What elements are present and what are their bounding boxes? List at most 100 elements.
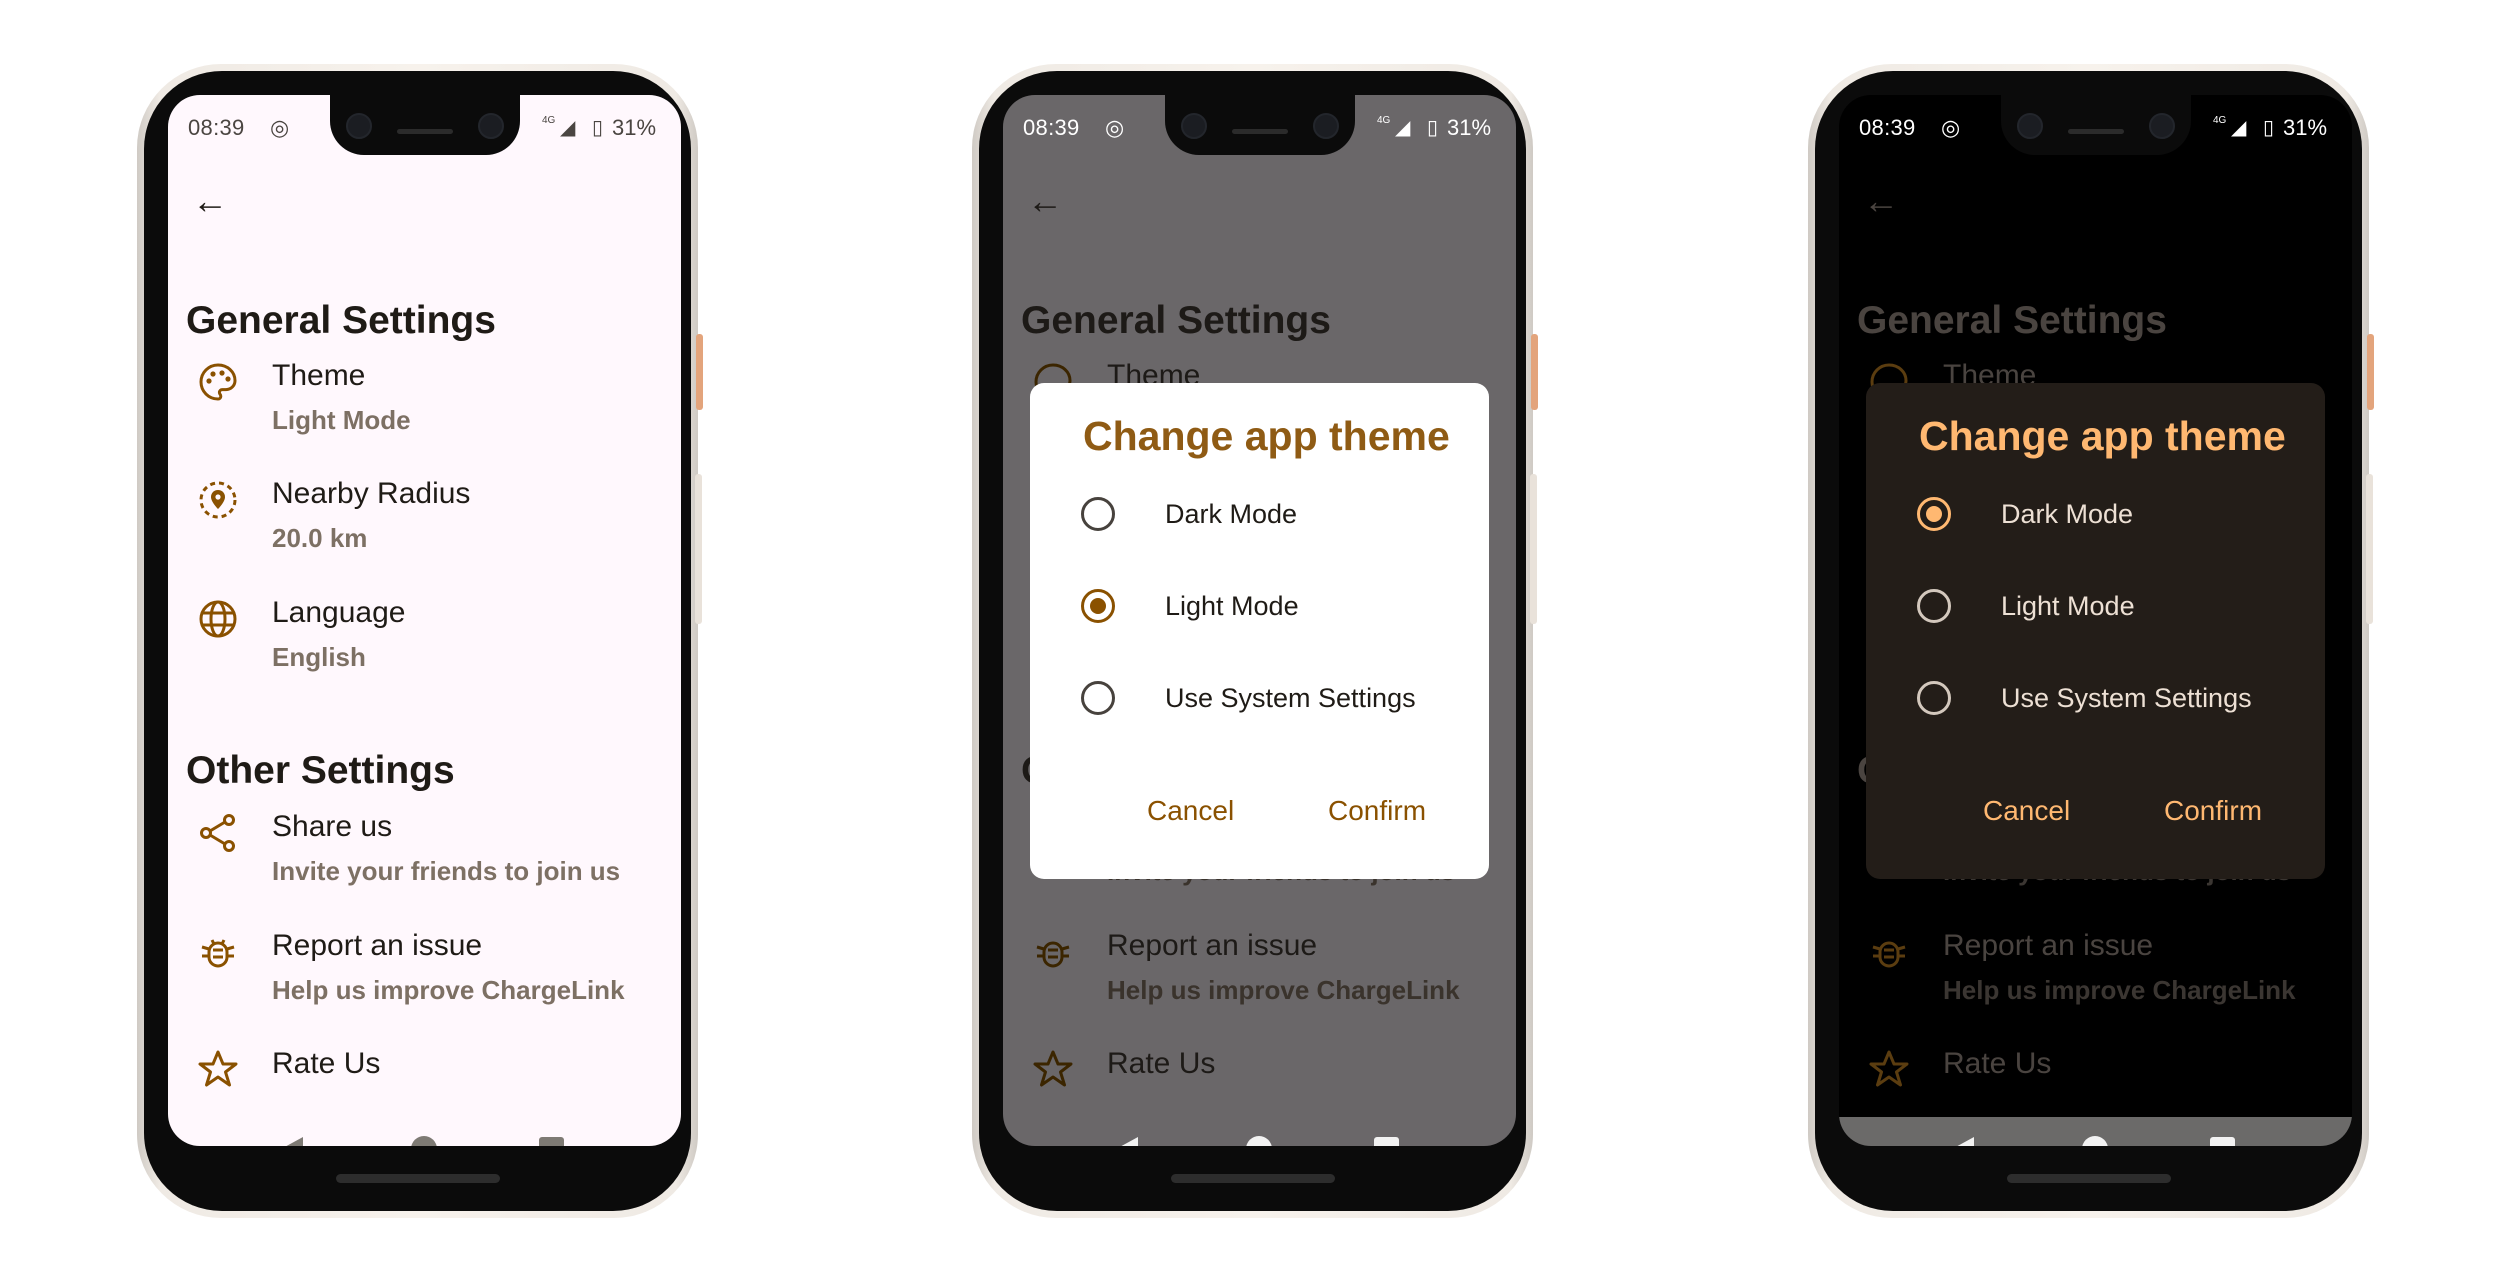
phone-light-settings: 08:39 ◎ 4G ◢ ▯ 31% ← General Settings Th… [137, 64, 703, 1218]
system-nav-bar [1839, 1117, 2352, 1146]
language-setting[interactable]: Language [272, 596, 405, 630]
rate-us-item[interactable]: Rate Us [272, 1047, 380, 1081]
radio-unselected-icon[interactable] [1081, 681, 1115, 715]
option-label: Light Mode [1165, 591, 1299, 621]
nav-home-icon[interactable] [411, 1136, 437, 1146]
bottom-speaker [2006, 1174, 2171, 1183]
option-light-mode[interactable]: Light Mode [1081, 583, 1461, 627]
option-label: Dark Mode [1165, 499, 1298, 529]
theme-dialog: Change app theme Dark Mode Light Mode Us… [1030, 383, 1489, 879]
option-label: Use System Settings [1165, 683, 1416, 713]
volume-button [1530, 474, 1537, 624]
radio-selected-icon[interactable] [1917, 497, 1951, 531]
status-time: 08:39 [1859, 115, 1916, 140]
radio-selected-icon[interactable] [1081, 589, 1115, 623]
volume-button [2366, 474, 2373, 624]
option-dark-mode[interactable]: Dark Mode [1917, 491, 2297, 535]
bug-icon [1031, 930, 1075, 974]
battery-percent: 31% [1447, 115, 1492, 140]
option-system-settings[interactable]: Use System Settings [1081, 675, 1461, 719]
notch [329, 95, 520, 155]
volume-button [695, 474, 702, 624]
option-system-settings[interactable]: Use System Settings [1917, 675, 2297, 719]
front-camera [2016, 113, 2043, 139]
option-light-mode[interactable]: Light Mode [1917, 583, 2297, 627]
nearby-radius-value: 20.0 km [272, 523, 368, 553]
phone-body: 08:39 ◎ 4G ◢ ▯ 31% ← General Settings Th… [144, 71, 691, 1211]
nav-home-icon[interactable] [2082, 1136, 2108, 1146]
language-value: English [272, 642, 366, 672]
battery-icon: ▯ [2263, 117, 2275, 139]
nav-home-icon[interactable] [1246, 1136, 1272, 1146]
system-nav-bar [168, 1117, 681, 1146]
front-camera [1180, 113, 1207, 139]
share-us-sub: Invite your friends to join us [272, 856, 621, 886]
nav-back-icon[interactable] [1952, 1137, 1974, 1146]
option-dark-mode[interactable]: Dark Mode [1081, 491, 1461, 535]
nav-recents-icon[interactable] [1374, 1137, 1399, 1146]
bug-icon [196, 930, 240, 974]
report-issue-item[interactable]: Report an issue [272, 929, 482, 963]
globe-icon [196, 597, 240, 641]
section-header-general: General Settings [186, 299, 496, 342]
nav-recents-icon[interactable] [539, 1137, 564, 1146]
system-nav-bar [1003, 1117, 1516, 1146]
sync-icon: ◎ [1105, 115, 1125, 140]
network-type: 4G [2213, 115, 2227, 126]
front-camera [477, 113, 504, 139]
section-header-general: General Settings [1021, 299, 1331, 342]
confirm-button[interactable]: Confirm [1328, 795, 1426, 827]
radio-unselected-icon[interactable] [1081, 497, 1115, 531]
report-issue-item: Report an issue [1107, 929, 1318, 962]
theme-dialog: Change app theme Dark Mode Light Mode Us… [1866, 383, 2325, 879]
sync-icon: ◎ [270, 115, 290, 140]
arrow-left-icon[interactable]: ← [1863, 183, 1899, 219]
earpiece [396, 129, 453, 134]
arrow-left-icon[interactable]: ← [192, 183, 228, 219]
nav-back-icon[interactable] [281, 1137, 303, 1146]
confirm-button[interactable]: Confirm [2164, 795, 2262, 827]
palette-icon [196, 360, 240, 404]
cancel-button[interactable]: Cancel [1147, 795, 1234, 827]
radio-unselected-icon[interactable] [1917, 589, 1951, 623]
front-camera [345, 113, 372, 139]
signal-icon: ◢ [1395, 117, 1411, 139]
notch [2000, 95, 2191, 155]
screen: 08:39 ◎ 4G ◢ ▯ 31% ← General Settings Th… [1003, 95, 1516, 1146]
star-icon [196, 1047, 240, 1091]
power-button [696, 334, 703, 410]
battery-percent: 31% [2283, 115, 2328, 140]
theme-setting[interactable]: Theme [272, 359, 365, 393]
bottom-speaker [1170, 1174, 1335, 1183]
power-button [1531, 334, 1538, 410]
dialog-title: Change app theme [1919, 413, 2286, 459]
star-icon [1031, 1047, 1075, 1091]
front-camera [2148, 113, 2175, 139]
signal-icon: ◢ [560, 117, 576, 139]
section-header-other: Other Settings [186, 749, 455, 792]
report-issue-item: Report an issue [1943, 929, 2154, 962]
bottom-speaker [335, 1174, 500, 1183]
nav-back-icon[interactable] [1116, 1137, 1138, 1146]
option-label: Dark Mode [2001, 499, 2134, 529]
nearby-radius-setting[interactable]: Nearby Radius [272, 477, 470, 511]
nav-recents-icon[interactable] [2210, 1137, 2235, 1146]
report-issue-sub: Help us improve ChargeLink [272, 975, 625, 1005]
earpiece [2067, 129, 2124, 134]
radio-unselected-icon[interactable] [1917, 681, 1951, 715]
phone-body: 08:39 ◎ 4G ◢ ▯ 31% ← General Settings Th… [979, 71, 1526, 1211]
rate-us-item: Rate Us [1107, 1047, 1216, 1080]
network-type: 4G [542, 115, 556, 126]
section-header-general: General Settings [1857, 299, 2167, 342]
power-button [2367, 334, 2374, 410]
cancel-button[interactable]: Cancel [1983, 795, 2070, 827]
arrow-left-icon[interactable]: ← [1027, 183, 1063, 219]
phone-dark-theme-dialog: 08:39 ◎ 4G ◢ ▯ 31% ← General Settings Th… [1808, 64, 2374, 1218]
share-icon [196, 811, 240, 855]
front-camera [1312, 113, 1339, 139]
dialog-title: Change app theme [1083, 413, 1450, 459]
share-us-item[interactable]: Share us [272, 810, 392, 844]
screen: 08:39 ◎ 4G ◢ ▯ 31% ← General Settings Th… [168, 95, 681, 1146]
option-label: Use System Settings [2001, 683, 2252, 713]
report-issue-sub: Help us improve ChargeLink [1107, 975, 1460, 1005]
